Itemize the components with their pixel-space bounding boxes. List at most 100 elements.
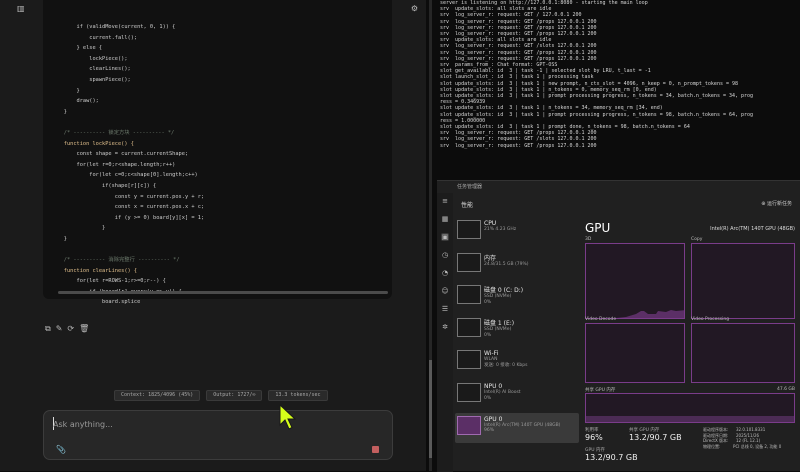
resource-thumbnail	[457, 285, 481, 305]
resource-item[interactable]: 内存 24.8/31.5 GB (79%)	[455, 250, 579, 280]
resource-name: CPU	[484, 220, 497, 227]
graph-video-processing-label: Video Processing	[691, 317, 730, 322]
task-manager-window: 任务管理器 ≡ ▦ ▣ ◷ ◔ ☺ ☰ ✲ 性能 ⊕ 运行新任务 CPU 21% …	[437, 180, 800, 472]
resource-item[interactable]: 磁盘 0 (C: D:) SSD (NVMe) 0%	[455, 282, 579, 312]
code-line: lockPiece();	[51, 55, 128, 62]
code-line: }	[51, 235, 67, 242]
code-horizontal-scrollbar[interactable]	[58, 291, 388, 294]
mouse-cursor-icon	[279, 404, 297, 430]
details-icon[interactable]: ☰	[441, 305, 449, 313]
utilization-value: 96%	[585, 433, 603, 442]
window-title: 任务管理器	[457, 184, 483, 190]
code-line: }	[51, 108, 67, 115]
resource-list: CPU 21% 4.23 GHz 内存 24.8/31.5 GB (79%) 磁盘 0 …	[455, 217, 579, 445]
code-line: }	[51, 87, 80, 94]
gpu-driver-info: 驱动程序版本: 32.0.101.8331 驱动程序日期: 2025/11/26…	[703, 427, 782, 449]
graph-video-decode-label: Video Decode	[585, 317, 617, 322]
resource-detail: 0%	[484, 332, 492, 338]
code-line: }	[51, 225, 106, 232]
gpu-title: GPU	[585, 221, 611, 235]
resource-name: 磁盘 0 (C: D:)	[484, 287, 524, 295]
nav-rail: ≡ ▦ ▣ ◷ ◔ ☺ ☰ ✲	[437, 193, 453, 472]
settings-icon[interactable]: ⚙	[411, 4, 418, 13]
processes-icon[interactable]: ▦	[441, 215, 449, 223]
code-line: current.fall();	[51, 34, 138, 41]
resource-detail: 0%	[484, 299, 492, 305]
startup-icon[interactable]: ◔	[441, 269, 449, 277]
graph-3d-line	[586, 310, 684, 318]
stop-button[interactable]	[372, 446, 379, 453]
terminal-line: slot update_slots: id 3 | task 1 | promp…	[440, 93, 754, 100]
code-content: if (validMove(current, 0, 1)) { current.…	[51, 22, 204, 308]
code-line: } else {	[51, 45, 103, 52]
gpu-device-name: Intel(R) Arc(TM) 140T GPU (48GB)	[710, 226, 795, 232]
graph-3d	[585, 243, 685, 319]
copy-icon[interactable]: ⧉	[45, 324, 51, 334]
code-line: const x = current.pos.x + c;	[51, 204, 205, 211]
sidebar-icon[interactable]: ▥	[17, 4, 25, 13]
regenerate-icon[interactable]: ⟳	[67, 324, 74, 334]
resource-name: GPU 0	[484, 415, 503, 423]
code-line: /* ---------- 锁定方块 ---------- */	[51, 129, 175, 136]
code-line: for(let r=0;r<shape.length;r++)	[51, 161, 176, 168]
shared-memory-max: 47.6 GB	[776, 387, 795, 392]
performance-icon[interactable]: ▣	[441, 233, 449, 241]
resource-item[interactable]: NPU 0 Intel(R) AI Boost 0%	[455, 380, 579, 410]
users-icon[interactable]: ☺	[441, 287, 449, 295]
graph-copy	[691, 243, 795, 319]
chat-pane: ▥ ⚙ if (validMove(current, 0, 1)) { curr…	[0, 0, 426, 471]
resource-thumbnail	[457, 415, 481, 435]
code-line: spawnPiece();	[51, 76, 131, 83]
resource-name: 内存	[484, 254, 497, 262]
code-line: const y = current.pos.y + r;	[51, 193, 205, 200]
attach-icon[interactable]: 📎	[56, 445, 66, 454]
code-line: if (y >= 0) board[y][x] = 1;	[51, 214, 205, 221]
gpu-memory-value: 13.2/90.7 GB	[585, 453, 638, 462]
chat-input-placeholder[interactable]: Ask anything...	[53, 420, 113, 429]
menu-icon[interactable]: ≡	[441, 197, 449, 205]
resource-item[interactable]: CPU 21% 4.23 GHz	[455, 217, 579, 247]
resource-name: NPU 0	[484, 382, 503, 390]
resource-item[interactable]: 磁盘 1 (E:) SSD (NVMe) 0%	[455, 315, 579, 345]
code-line: function lockPiece() {	[51, 140, 134, 147]
message-actions: ⧉ ✎ ⟳ 🗑	[45, 324, 89, 334]
delete-icon[interactable]: 🗑	[79, 324, 89, 334]
code-line: draw();	[51, 98, 99, 105]
gpu-detail-panel: GPU Intel(R) Arc(TM) 140T GPU (48GB) 3D …	[585, 217, 795, 469]
resource-thumbnail	[457, 350, 481, 370]
app-history-icon[interactable]: ◷	[441, 251, 449, 259]
terminal-line: srv log_server_r: request: GET /props 12…	[440, 142, 597, 149]
code-block: if (validMove(current, 0, 1)) { current.…	[43, 0, 392, 305]
resource-name: Wi-Fi	[484, 350, 499, 358]
speed-stat: 13.3 tokens/sec	[268, 390, 328, 401]
server-terminal: server is listening on http://127.0.0.1:…	[437, 0, 800, 177]
graph-3d-label: 3D	[585, 237, 592, 242]
generation-stats: Context: 1825/4096 (45%) Output: 1727/∞ …	[114, 390, 328, 401]
edit-icon[interactable]: ✎	[56, 324, 63, 334]
run-new-task-button[interactable]: ⊕ 运行新任务	[761, 200, 792, 207]
terminal-line: slot update_slots: id 3 | task 1 | promp…	[440, 111, 754, 118]
resource-thumbnail	[457, 252, 481, 272]
resource-thumbnail	[457, 317, 481, 337]
resource-thumbnail	[457, 220, 481, 239]
code-line: function clearLines() {	[51, 267, 138, 274]
resource-detail: 0%	[484, 395, 492, 401]
resource-item[interactable]: GPU 0 Intel(R) Arc(TM) 140T GPU (48GB) 96%	[455, 412, 579, 443]
output-stat: Output: 1727/∞	[206, 390, 263, 401]
graph-video-processing	[691, 323, 795, 383]
chat-input-box[interactable]: Ask anything... 📎	[43, 410, 393, 460]
resource-detail: 24.8/31.5 GB (79%)	[484, 261, 529, 267]
code-line: /* ---------- 消除完整行 ---------- */	[51, 257, 180, 264]
resource-detail: 发送: 0 接收: 0 Kbps	[484, 363, 528, 369]
resource-item[interactable]: Wi-Fi WLAN 发送: 0 接收: 0 Kbps	[455, 347, 579, 377]
code-line: if(shape[r][c]) {	[51, 182, 157, 189]
services-icon[interactable]: ✲	[441, 323, 449, 331]
graph-copy-label: Copy	[691, 237, 703, 242]
code-line: clearLines();	[51, 66, 131, 73]
shared-memory-use-value: 13.2/90.7 GB	[629, 433, 682, 442]
context-stat: Context: 1825/4096 (45%)	[114, 390, 201, 401]
chat-vertical-scrollbar[interactable]	[429, 0, 432, 471]
code-line: if (validMove(current, 0, 1)) {	[51, 24, 176, 30]
performance-header: 性能 ⊕ 运行新任务	[453, 197, 800, 211]
graph-shared-memory	[585, 393, 795, 423]
